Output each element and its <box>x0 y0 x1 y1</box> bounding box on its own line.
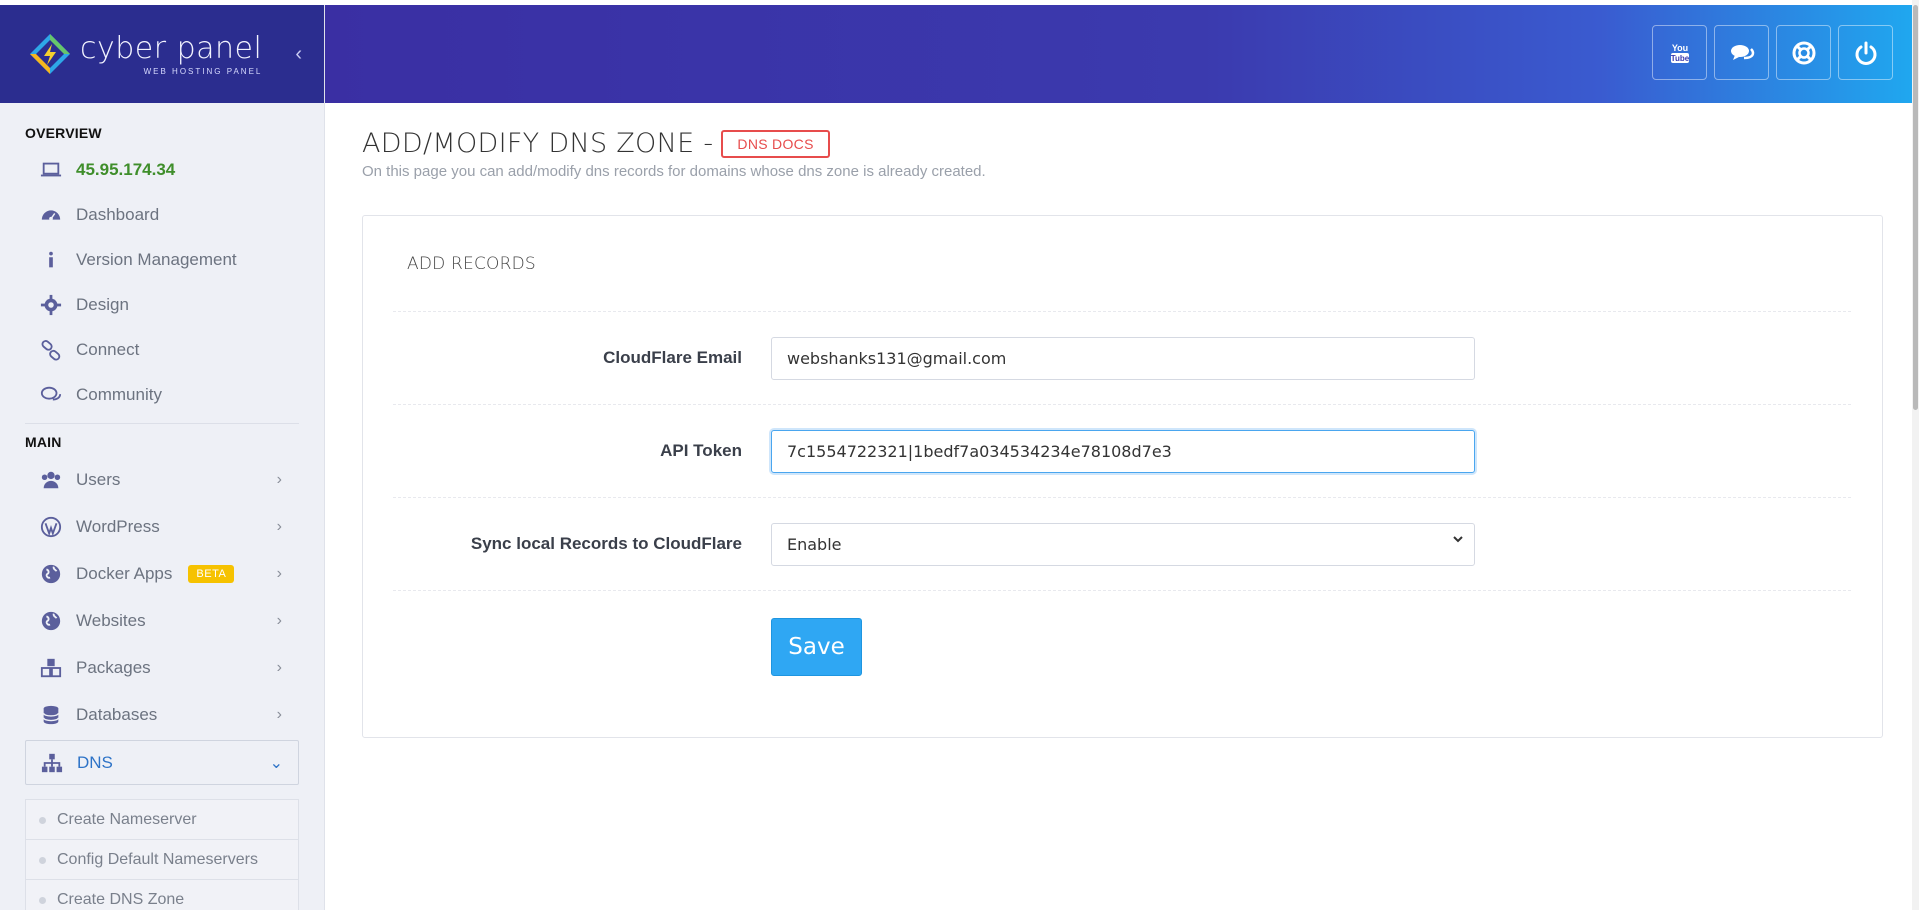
sidebar-item-docker-apps[interactable]: Docker Apps BETA › <box>0 550 324 597</box>
sitemap-icon <box>39 752 65 774</box>
beta-badge: BETA <box>188 564 235 583</box>
page-title: ADD/MODIFY DNS ZONE - <box>362 128 714 159</box>
sidebar-item-label: Version Management <box>76 249 237 269</box>
divider <box>393 404 1851 405</box>
sidebar-item-label: Websites <box>76 610 146 630</box>
support-button[interactable] <box>1776 25 1831 80</box>
brand-text: cyber panel WEB HOSTING PANEL <box>80 30 263 76</box>
dashboard-icon <box>38 204 64 226</box>
api-token-label: API Token <box>660 441 742 460</box>
top-header: You Tube <box>325 5 1919 103</box>
page-description: On this page you can add/modify dns reco… <box>362 163 986 180</box>
cyberpanel-logo-icon[interactable] <box>28 32 72 76</box>
add-records-panel: ADD RECORDS CloudFlare Email API Token S… <box>362 215 1883 738</box>
dns-docs-button[interactable]: DNS DOCS <box>721 129 830 158</box>
sidebar-item-label: DNS <box>77 752 113 772</box>
sidebar-item-label: Design <box>76 294 129 314</box>
chevron-down-icon <box>1452 533 1464 549</box>
chat-button[interactable] <box>1714 25 1769 80</box>
api-token-field[interactable] <box>771 430 1475 473</box>
submenu-item-create-dns-zone[interactable]: Create DNS Zone <box>26 880 298 910</box>
chat-icon <box>38 384 64 406</box>
globe-icon <box>38 610 64 632</box>
sidebar-item-ip[interactable]: 45.95.174.34 <box>0 147 324 192</box>
sidebar-item-label: Connect <box>76 339 140 359</box>
sync-label: Sync local Records to CloudFlare <box>470 534 742 553</box>
cubes-icon <box>38 657 64 679</box>
sync-select[interactable]: Enable <box>771 523 1475 566</box>
brand-name: cyber panel <box>80 30 263 66</box>
ip-address: 45.95.174.34 <box>76 159 176 179</box>
section-title-main: MAIN <box>25 434 62 450</box>
cloudflare-email-field[interactable] <box>771 337 1475 380</box>
panel-title: ADD RECORDS <box>407 254 536 274</box>
sidebar-item-label: Packages <box>76 657 151 677</box>
svg-text:Tube: Tube <box>1670 54 1689 63</box>
youtube-button[interactable]: You Tube <box>1652 25 1707 80</box>
sidebar-item-label: Community <box>76 384 162 404</box>
users-icon <box>38 469 64 491</box>
sidebar-item-label: Dashboard <box>76 204 160 224</box>
divider <box>393 590 1851 591</box>
dns-submenu: Create Nameserver Config Default Nameser… <box>25 799 299 910</box>
logout-button[interactable] <box>1838 25 1893 80</box>
sidebar-item-dns[interactable]: DNS ⌄ <box>25 740 299 785</box>
svg-text:You: You <box>1671 43 1687 53</box>
submenu-item-create-nameserver[interactable]: Create Nameserver <box>26 800 298 840</box>
chat-icon <box>1730 44 1754 60</box>
sidebar: cyber panel WEB HOSTING PANEL ‹ OVERVIEW… <box>0 5 325 910</box>
sidebar-collapse-icon[interactable]: ‹ <box>295 43 302 66</box>
sidebar-item-websites[interactable]: Websites › <box>0 597 324 644</box>
sidebar-item-version-management[interactable]: Version Management <box>0 237 324 282</box>
sidebar-item-label: Docker Apps <box>76 563 173 583</box>
info-icon <box>38 249 64 271</box>
sidebar-item-label: Users <box>76 469 121 489</box>
sidebar-item-connect[interactable]: Connect <box>0 327 324 372</box>
youtube-icon: YouTube <box>1670 43 1689 63</box>
chevron-right-icon: › <box>276 470 282 488</box>
globe-icon <box>38 563 64 585</box>
laptop-icon <box>38 159 64 181</box>
link-icon <box>38 339 64 361</box>
sidebar-item-community[interactable]: Community <box>0 372 324 417</box>
email-label: CloudFlare Email <box>603 348 742 367</box>
scrollbar-thumb[interactable] <box>1913 5 1918 410</box>
lifebuoy-icon <box>1792 41 1815 64</box>
sidebar-item-label: WordPress <box>76 516 160 536</box>
chevron-right-icon: › <box>276 611 282 629</box>
sidebar-item-packages[interactable]: Packages › <box>0 644 324 691</box>
section-title-overview: OVERVIEW <box>25 125 102 141</box>
divider <box>393 311 1851 312</box>
chevron-right-icon: › <box>276 658 282 676</box>
chevron-right-icon: › <box>276 564 282 582</box>
chevron-right-icon: › <box>276 517 282 535</box>
save-button[interactable]: Save <box>771 618 862 676</box>
sidebar-item-users[interactable]: Users › <box>0 456 324 503</box>
submenu-item-config-default-nameservers[interactable]: Config Default Nameservers <box>26 840 298 880</box>
sidebar-item-dashboard[interactable]: Dashboard <box>0 192 324 237</box>
database-icon <box>38 704 64 726</box>
sidebar-divider <box>25 423 299 424</box>
wordpress-icon <box>38 516 64 538</box>
sync-selected-value: Enable <box>787 535 842 554</box>
brand-subtitle: WEB HOSTING PANEL <box>143 66 263 76</box>
chevron-right-icon: › <box>276 705 282 723</box>
sidebar-item-wordpress[interactable]: WordPress › <box>0 503 324 550</box>
brand-bar: cyber panel WEB HOSTING PANEL ‹ <box>0 5 324 103</box>
divider <box>393 497 1851 498</box>
sidebar-item-databases[interactable]: Databases › <box>0 691 324 738</box>
sidebar-item-design[interactable]: Design <box>0 282 324 327</box>
power-icon <box>1855 41 1876 65</box>
chevron-down-icon: ⌄ <box>269 754 283 772</box>
gear-icon <box>38 294 64 316</box>
page-title-row: ADD/MODIFY DNS ZONE - DNS DOCS <box>362 128 830 159</box>
sidebar-item-label: Databases <box>76 704 158 724</box>
